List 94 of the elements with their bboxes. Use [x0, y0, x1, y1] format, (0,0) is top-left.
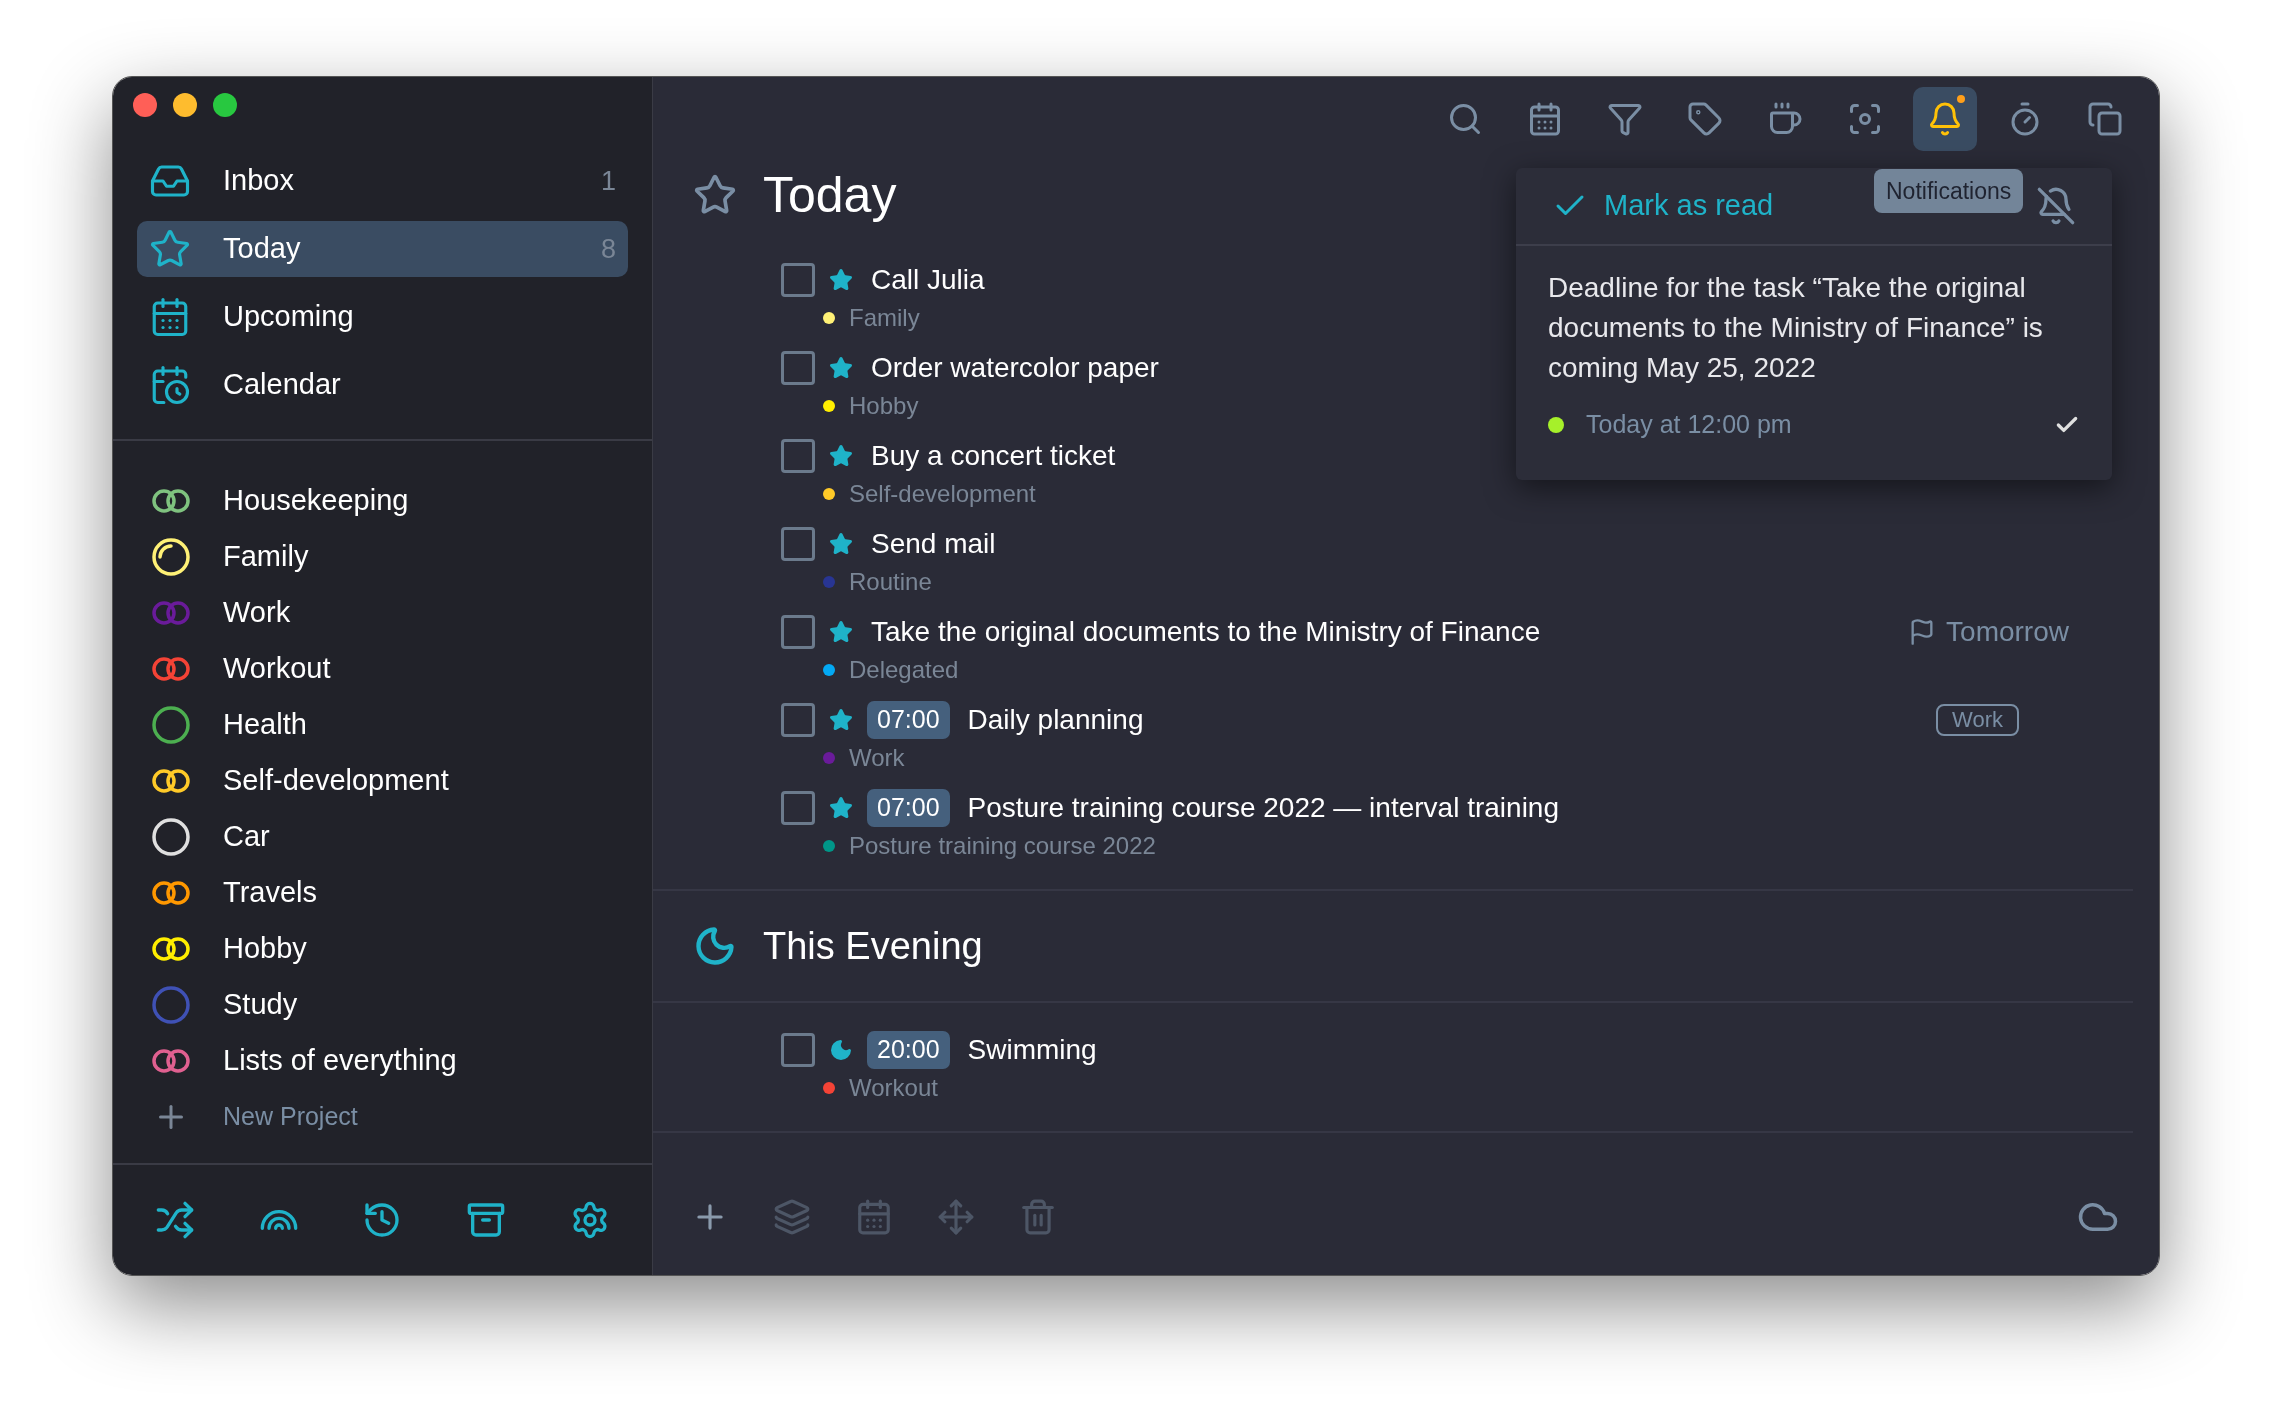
new-project-button[interactable]: New Project [149, 1089, 616, 1145]
project-label: Self-development [849, 479, 1036, 509]
time-badge: 07:00 [867, 701, 950, 739]
project-label: Workout [849, 1073, 938, 1103]
maximize-window-button[interactable] [213, 93, 237, 117]
checkbox[interactable] [781, 527, 815, 561]
project-label: Posture training course 2022 [849, 831, 1156, 861]
mark-as-read-button[interactable]: Mark as read [1552, 184, 1774, 228]
notification-message: Deadline for the task “Take the original documents to the Ministry of Finance” is coming May 25, 2022 [1548, 271, 2044, 385]
project-label: Health [223, 707, 307, 743]
task-title: Buy a concert ticket [871, 439, 1116, 473]
bell-off-icon [2036, 186, 2076, 226]
star-icon [829, 444, 853, 468]
project-label: Delegated [849, 655, 959, 685]
checkbox[interactable] [781, 1033, 815, 1067]
project-label: Family [223, 539, 309, 575]
checkbox[interactable] [781, 351, 815, 385]
sidebar-nav-item[interactable]: Calendar [137, 357, 628, 413]
notification-time: Today at 12:00 pm [1586, 409, 1792, 440]
moon-icon [693, 924, 737, 968]
project-label: Work [849, 743, 905, 773]
star-icon [829, 532, 853, 556]
project-label: Work [223, 595, 291, 631]
project-item[interactable]: Travels [149, 865, 616, 921]
section-title: Today [763, 165, 897, 225]
time-badge: 07:00 [867, 789, 950, 827]
project-item[interactable]: Hobby [149, 921, 616, 977]
sidebar-nav-item[interactable]: Upcoming [137, 289, 628, 345]
shuffle-icon [154, 1200, 195, 1240]
star-icon [829, 268, 853, 292]
checkbox[interactable] [781, 615, 815, 649]
task-title: Send mail [871, 527, 996, 561]
copy-icon [2087, 101, 2123, 137]
minimize-window-button[interactable] [173, 93, 197, 117]
project-item[interactable]: Work [149, 585, 616, 641]
count-label: 8 [600, 232, 616, 266]
project-item[interactable]: Family [149, 529, 616, 585]
tag-icon [1687, 101, 1723, 137]
project-label: Family [849, 303, 920, 333]
project-item[interactable]: Health [149, 697, 616, 753]
project-label: Lists of everything [223, 1043, 457, 1079]
checkbox[interactable] [781, 439, 815, 473]
task-title: Daily planning [967, 703, 1144, 737]
project-item[interactable]: Self-development [149, 753, 616, 809]
task-title: Posture training course 2022 — interval training [967, 791, 1559, 825]
move-icon [937, 1198, 975, 1236]
filter-icon [1607, 101, 1643, 137]
toolbar-button[interactable] [1913, 87, 1977, 151]
project-label: Study [223, 987, 298, 1023]
tooltip: Notifications [1874, 169, 2024, 213]
nav-label: Upcoming [223, 299, 354, 335]
section-title: This Evening [763, 923, 983, 969]
time-badge: 20:00 [867, 1031, 950, 1069]
star-icon [829, 708, 853, 732]
calendar-icon [855, 1198, 893, 1236]
project-label: Routine [849, 567, 932, 597]
focus-icon [1847, 101, 1883, 137]
star-icon [829, 356, 853, 380]
project-item[interactable]: Study [149, 977, 616, 1033]
task-title: Take the original documents to the Ministry of Finance [871, 615, 1541, 649]
close-window-button[interactable] [133, 93, 157, 117]
project-label: Travels [223, 875, 317, 911]
sidebar-nav-item[interactable]: Inbox 1 [137, 153, 628, 209]
task-title: Swimming [967, 1033, 1097, 1067]
checkbox[interactable] [781, 703, 815, 737]
project-label: Hobby [223, 931, 307, 967]
calendar-icon [1527, 101, 1563, 137]
moon-icon [829, 1038, 853, 1062]
checkbox[interactable] [781, 791, 815, 825]
task-title: Call Julia [871, 263, 985, 297]
project-label: Hobby [849, 391, 919, 421]
deadline-label: Tomorrow [1946, 615, 2069, 649]
project-item[interactable]: Housekeeping [149, 473, 616, 529]
bell-icon [1927, 101, 1963, 137]
project-item[interactable]: Workout [149, 641, 616, 697]
cup-icon [1767, 101, 1803, 137]
checkbox[interactable] [781, 263, 815, 297]
nav-label: Inbox [223, 163, 294, 199]
sidebar-nav-item[interactable]: Today 8 [137, 221, 628, 277]
layers-icon [773, 1198, 811, 1236]
count-label: 1 [600, 164, 616, 198]
tag-label: Work [1936, 704, 2019, 736]
project-item[interactable]: Car [149, 809, 616, 865]
project-label: Car [223, 819, 270, 855]
task-title: Order watercolor paper [871, 351, 1159, 385]
project-label: Self-development [223, 763, 449, 799]
project-item[interactable]: Lists of everything [149, 1033, 616, 1089]
star-icon [829, 620, 853, 644]
project-label: Housekeeping [223, 483, 409, 519]
project-label: Workout [223, 651, 331, 687]
search-icon [1447, 101, 1483, 137]
star-icon [829, 796, 853, 820]
nav-label: Calendar [223, 367, 341, 403]
nav-label: Today [223, 231, 301, 267]
